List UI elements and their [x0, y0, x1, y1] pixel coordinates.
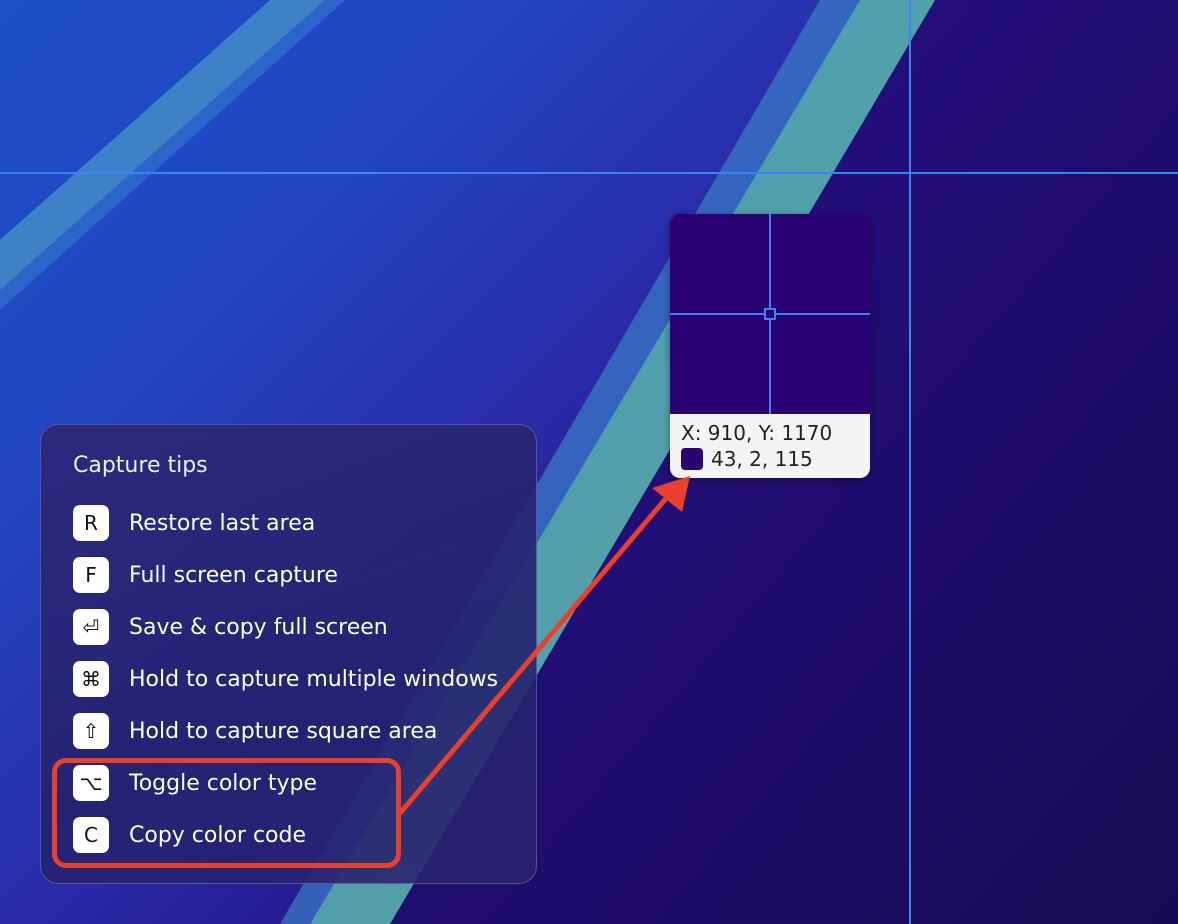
f-key: F — [73, 557, 109, 593]
tip-capture-square-area: ⇧ Hold to capture square area — [73, 713, 437, 749]
tip-label: Hold to capture square area — [129, 718, 438, 744]
magnifier-zoom-view — [670, 214, 870, 414]
tip-full-screen-capture: F Full screen capture — [73, 557, 338, 593]
tip-label: Save & copy full screen — [129, 614, 388, 640]
crosshair-vertical-guide — [909, 0, 911, 924]
return-key-icon: ⏎ — [73, 609, 109, 645]
shift-key-icon: ⇧ — [73, 713, 109, 749]
tip-label: Hold to capture multiple windows — [129, 666, 499, 692]
tip-capture-multiple-windows: ⌘ Hold to capture multiple windows — [73, 661, 498, 697]
tip-label: Restore last area — [129, 510, 316, 536]
r-key: R — [73, 505, 109, 541]
color-picker-magnifier: X: 910, Y: 1170 43, 2, 115 — [670, 214, 870, 478]
capture-tips-title: Capture tips — [73, 453, 208, 478]
tip-save-copy-full-screen: ⏎ Save & copy full screen — [73, 609, 388, 645]
tip-restore-last-area: R Restore last area — [73, 505, 315, 541]
color-value-row: 43, 2, 115 — [681, 446, 870, 472]
magnifier-info: X: 910, Y: 1170 43, 2, 115 — [670, 414, 870, 478]
command-key-icon: ⌘ — [73, 661, 109, 697]
color-rgb-value: 43, 2, 115 — [711, 447, 813, 471]
annotation-highlight-box — [52, 758, 401, 868]
crosshair-horizontal-guide — [0, 172, 1178, 174]
cursor-coordinates: X: 910, Y: 1170 — [681, 421, 833, 445]
tip-label: Full screen capture — [129, 562, 338, 588]
color-swatch — [681, 448, 703, 470]
magnifier-center-pixel — [764, 308, 776, 320]
capture-overlay[interactable]: X: 910, Y: 1170 43, 2, 115 Capture tips … — [0, 0, 1178, 924]
